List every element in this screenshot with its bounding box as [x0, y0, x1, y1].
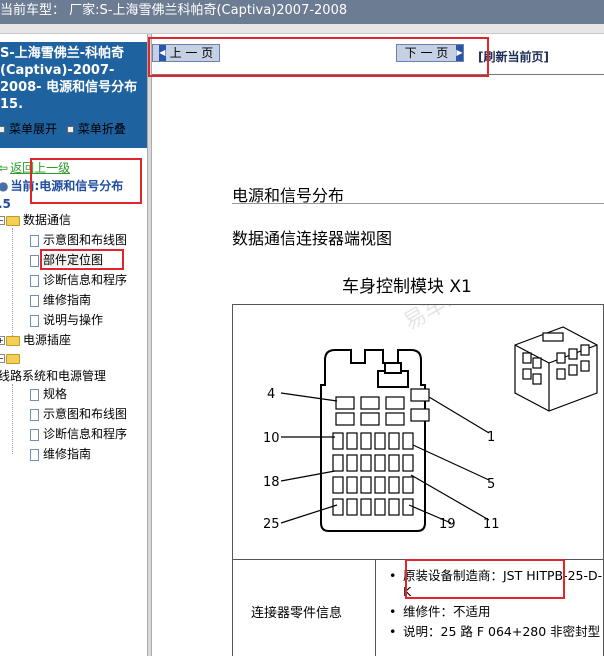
connector-end-view: 4 10 18 25 1 5 11 19 易车.com 165 [263, 240, 598, 532]
pin-label-5: 5 [487, 477, 495, 492]
folder-icon [6, 353, 20, 364]
pin-grid-top [335, 388, 430, 426]
expand-toggle-icon[interactable]: + [0, 336, 5, 345]
tree-item[interactable]: 说明与操作 [30, 310, 103, 330]
sidebar: S-上海雪佛兰-科帕奇 (Captiva)-2007- 2008- 电源和信号分… [0, 34, 147, 656]
tree-folder-unnamed[interactable]: − [0, 348, 23, 368]
page-icon [30, 408, 39, 421]
folder-icon [6, 215, 20, 226]
pin-label-18: 18 [263, 475, 280, 490]
tree-item[interactable]: 示意图和布线图 [30, 404, 127, 424]
module-title: 车身控制模块 X1 [342, 277, 472, 297]
page-subtitle: 数据通信连接器端视图 [232, 229, 393, 248]
pin-grid-bottom [332, 432, 414, 516]
info-item-service-part: 维修件：不适用 [383, 604, 603, 620]
connector-isometric [514, 326, 598, 412]
page-icon [30, 294, 39, 307]
pin-label-4: 4 [267, 387, 275, 402]
page-icon [30, 234, 39, 247]
page-icon [30, 428, 39, 441]
sidebar-header-line: 15. [0, 97, 24, 112]
tree-item[interactable]: 诊断信息和程序 [30, 270, 127, 290]
vehicle-title-bar: 当前车型： 厂家:S-上海雪佛兰科帕奇(Captiva)2007-2008 [0, 0, 604, 24]
sidebar-header-line: (Captiva)-2007- [0, 63, 115, 78]
tree-connector [12, 228, 13, 338]
connector-diagram: 4 10 18 25 1 5 11 19 易车.com 165 [232, 240, 604, 560]
highlight-oem-info [405, 559, 565, 599]
info-label: 连接器零件信息 [251, 606, 343, 621]
highlight-selected-item [40, 249, 124, 270]
info-item-description: 说明：25 路 F 064+280 非密封型 [383, 624, 603, 640]
menu-expand-button[interactable]: 菜单展开 [0, 120, 57, 137]
tree-item[interactable]: 示意图和布线图 [30, 230, 127, 250]
tree-connector [12, 384, 13, 454]
page-icon [30, 388, 39, 401]
page-icon [30, 254, 39, 267]
page-icon [30, 314, 39, 327]
collapse-toggle-icon[interactable]: − [0, 216, 5, 225]
page-icon [30, 274, 39, 287]
collapse-icon [66, 126, 74, 133]
tree-folder-power-socket[interactable]: + 电源插座 [0, 330, 71, 350]
sidebar-header-line: S-上海雪佛兰-科帕奇 [0, 46, 125, 61]
toolbar-strip [0, 24, 604, 34]
vehicle-title: 当前车型： 厂家:S-上海雪佛兰科帕奇(Captiva)2007-2008 [0, 3, 348, 18]
highlight-current-location [30, 158, 142, 204]
menu-collapse-button[interactable]: 菜单折叠 [66, 120, 126, 137]
tree-folder-wiring[interactable]: 线路系统和电源管理 [0, 366, 106, 386]
tree-item[interactable]: 维修指南 [30, 290, 91, 310]
pin-label-25: 25 [263, 517, 280, 532]
menu-controls: 菜单展开 菜单折叠 [0, 120, 147, 138]
info-label-cell: 连接器零件信息 [233, 560, 376, 656]
pin-label-19: 19 [439, 517, 456, 532]
collapse-toggle-icon[interactable]: − [0, 354, 5, 363]
back-arrow-icon: ⇦ [0, 161, 9, 175]
watermark: 易车.com 165 [400, 305, 540, 335]
pin-label-11: 11 [483, 517, 500, 532]
pin-label-1: 1 [487, 430, 495, 445]
section-rule [232, 203, 604, 204]
tree-item[interactable]: 诊断信息和程序 [30, 424, 127, 444]
pin-label-10: 10 [263, 431, 280, 446]
folder-icon [6, 335, 20, 346]
expand-icon [0, 126, 5, 133]
sidebar-header-line: 2008- 电源和信号分布 [0, 80, 138, 95]
tree-item[interactable]: 维修指南 [30, 444, 91, 464]
page-icon [30, 448, 39, 461]
tree-item[interactable]: 规格 [30, 384, 67, 404]
tree-folder-data-comm[interactable]: − 数据通信 [0, 210, 71, 230]
highlight-nav-bar [148, 37, 489, 77]
user-icon: ● [0, 179, 9, 193]
